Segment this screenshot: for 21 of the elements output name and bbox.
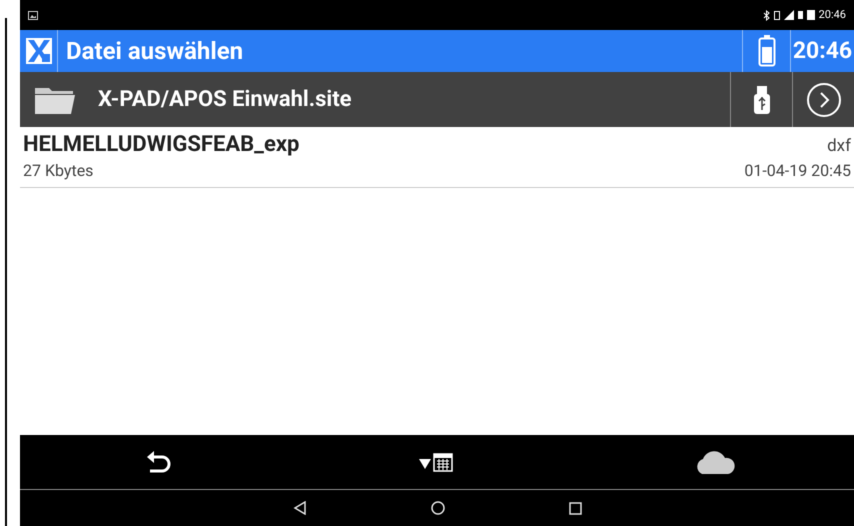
undo-icon bbox=[146, 451, 172, 473]
file-type: dxf bbox=[827, 134, 851, 158]
image-icon bbox=[28, 10, 38, 20]
folder-path: X-PAD/APOS Einwahl.site bbox=[97, 86, 353, 114]
file-size: 27 Kbytes bbox=[23, 160, 94, 182]
window-title: Datei auswählen bbox=[65, 36, 244, 67]
back-icon[interactable] bbox=[292, 501, 306, 515]
calendar-dropdown-icon bbox=[419, 451, 455, 473]
signal-icon bbox=[784, 10, 794, 20]
file-date: 01-04-19 20:45 bbox=[744, 160, 851, 182]
battery-icon bbox=[758, 35, 776, 67]
bluetooth-icon bbox=[762, 10, 770, 20]
chevron-right-circle-icon bbox=[806, 82, 842, 118]
home-icon[interactable] bbox=[430, 501, 444, 515]
file-row[interactable]: HELMELLUDWIGSFEAB_exp dxf 27 Kbytes 01-04-19 20:45 bbox=[20, 127, 854, 188]
file-name: HELMELLUDWIGSFEAB_exp bbox=[23, 131, 300, 159]
usb-icon bbox=[754, 86, 770, 114]
status-time: 20:46 bbox=[818, 6, 846, 23]
recents-icon[interactable] bbox=[568, 502, 582, 514]
folder-icon bbox=[35, 86, 75, 114]
app-logo-icon bbox=[26, 38, 52, 64]
